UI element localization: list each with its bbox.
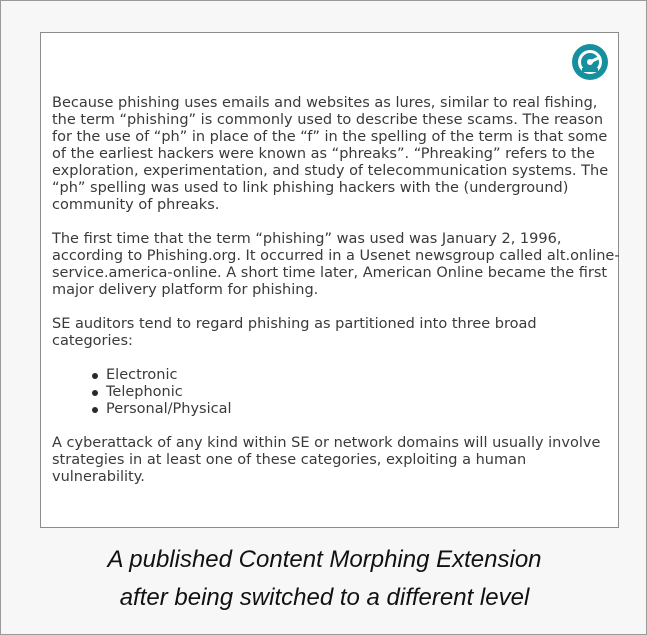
figure-caption: A published Content Morphing Extension a… [1,541,647,617]
list-item: Personal/Physical [92,401,620,418]
caption-line-2: after being switched to a different leve… [119,584,530,611]
screenshot-frame: Because phishing uses emails and website… [0,0,647,635]
categories-list: Electronic Telephonic Personal/Physical [52,367,620,418]
content-morphing-extension-button[interactable] [572,44,608,80]
paragraph-first-use: The first time that the term “phishing” … [52,231,620,298]
paragraph-conclusion: A cyberattack of any kind within SE or n… [52,435,601,485]
list-item: Telephonic [92,384,620,401]
article-text: Because phishing uses emails and website… [52,95,620,503]
paragraph-phishing-origin: Because phishing uses emails and website… [52,95,609,213]
gauge-icon [578,50,602,74]
list-item: Electronic [92,367,620,384]
caption-line-1: A published Content Morphing Extension [107,546,542,573]
paragraph-categories-intro: SE auditors tend to regard phishing as p… [52,316,537,349]
content-panel: Because phishing uses emails and website… [40,32,620,528]
